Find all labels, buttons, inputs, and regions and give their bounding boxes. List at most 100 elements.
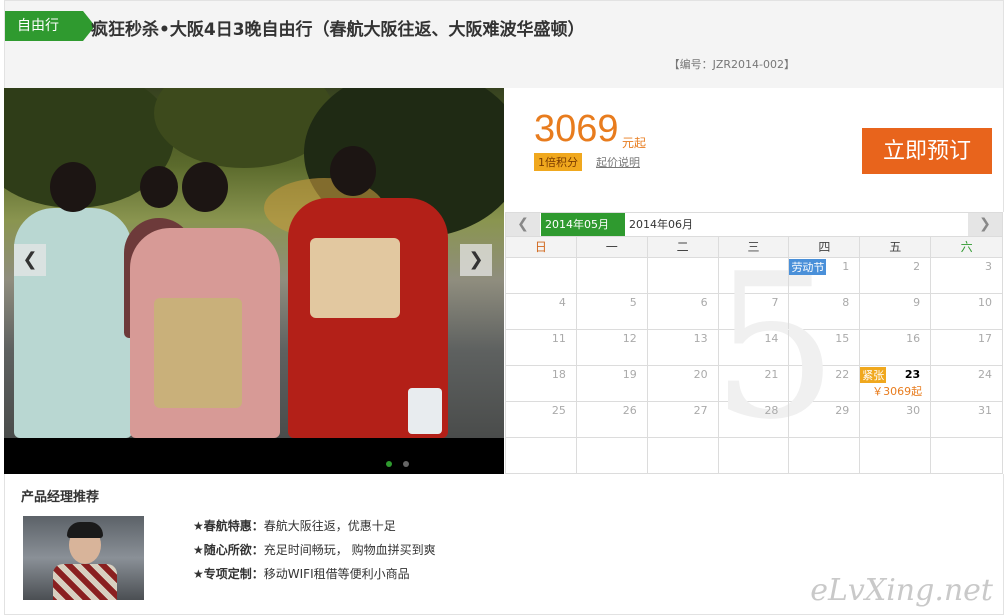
day-number: 15 [835, 332, 850, 345]
slide-dot-2[interactable] [403, 461, 410, 467]
calendar-day-cell[interactable]: 2 [860, 258, 932, 293]
day-number: 2 [913, 260, 921, 273]
calendar-day-cell[interactable]: 18 [506, 366, 577, 401]
day-number: 25 [551, 404, 566, 417]
calendar-day-cell[interactable]: 6 [648, 294, 719, 329]
calendar-day-cell[interactable]: 16 [860, 330, 932, 365]
price-amount: 3069 [534, 108, 619, 150]
day-number: 22 [835, 368, 850, 381]
manager-photo [23, 516, 144, 600]
holiday-label: 劳动节 [789, 259, 827, 275]
calendar-day-cell[interactable]: 22 [789, 366, 861, 401]
calendar-prev-button[interactable]: ❮ [506, 213, 540, 236]
calendar-empty-cell [789, 438, 861, 473]
month-tab-june[interactable]: 2014年06月 [625, 213, 697, 236]
slide-dot-1[interactable] [386, 461, 392, 467]
product-header: 自由行 疯狂秒杀•大阪4日3晚自由行（春航大阪往返、大阪难波华盛顿） 【编号：J… [4, 0, 1004, 88]
calendar-day-cell[interactable]: 28 [719, 402, 790, 437]
calendar-day-cell[interactable]: 17 [931, 330, 1002, 365]
departure-calendar: ❮ 2014年05月 2014年06月 ❯ 日 一 二 三 四 五 六 5 1劳… [505, 212, 1003, 474]
day-number: 23 [904, 368, 921, 381]
calendar-empty-cell [719, 438, 790, 473]
calendar-day-cell[interactable]: 1 劳动节 [789, 258, 861, 293]
manager-recommendation: 产品经理推荐 ★春航特惠：春航大阪往返，优惠十足 ★随心所欲：充足时间畅玩， 购… [4, 474, 1004, 615]
chevron-left-icon: ❮ [22, 249, 38, 270]
calendar-week-row: 18 19 20 21 22 23 紧张 ￥3069起 24 [506, 366, 1002, 402]
product-page: 自由行 疯狂秒杀•大阪4日3晚自由行（春航大阪往返、大阪难波华盛顿） 【编号：J… [0, 0, 1008, 615]
feature-item: ★春航特惠：春航大阪往返，优惠十足 [193, 519, 396, 533]
calendar-day-cell[interactable]: 21 [719, 366, 790, 401]
calendar-day-cell[interactable]: 19 [577, 366, 648, 401]
gallery-dots [386, 452, 415, 471]
calendar-empty-cell [577, 258, 648, 293]
day-number: 6 [700, 296, 708, 309]
chevron-right-icon: ❯ [979, 216, 991, 232]
chevron-right-icon: ❯ [468, 249, 484, 270]
calendar-day-cell[interactable]: 20 [648, 366, 719, 401]
feature-item: ★专项定制：移动WIFI租借等便利小商品 [193, 567, 410, 581]
points-badge: 1倍积分 [534, 153, 582, 171]
price-unit: 元起 [622, 136, 647, 150]
day-number: 11 [551, 332, 566, 345]
calendar-week-row: 11 12 13 14 15 16 17 [506, 330, 1002, 366]
calendar-day-cell[interactable]: 4 [506, 294, 577, 329]
calendar-week-row: 1 劳动节 2 3 [506, 258, 1002, 294]
photo-gallery: ❮ ❯ [4, 88, 504, 474]
chevron-left-icon: ❮ [517, 216, 529, 232]
calendar-day-cell[interactable]: 5 [577, 294, 648, 329]
calendar-day-cell[interactable]: 7 [719, 294, 790, 329]
calendar-week-row: 25 26 27 28 29 30 31 [506, 402, 1002, 438]
calendar-day-cell[interactable]: 26 [577, 402, 648, 437]
calendar-empty-cell [648, 258, 719, 293]
gallery-prev-button[interactable]: ❮ [14, 244, 46, 276]
calendar-day-cell[interactable]: 15 [789, 330, 861, 365]
weekday-sun: 日 [506, 237, 577, 257]
day-number: 12 [622, 332, 637, 345]
weekday-tue: 二 [648, 237, 719, 257]
calendar-day-cell[interactable]: 14 [719, 330, 790, 365]
calendar-day-cell[interactable]: 8 [789, 294, 861, 329]
feature-item: ★随心所欲：充足时间畅玩， 购物血拼买到爽 [193, 543, 436, 557]
day-number: 27 [693, 404, 708, 417]
calendar-day-cell[interactable]: 27 [648, 402, 719, 437]
gallery-next-button[interactable]: ❯ [460, 244, 492, 276]
weekday-sat: 六 [960, 240, 973, 254]
calendar-week-row: 4 5 6 7 8 9 10 [506, 294, 1002, 330]
day-number: 7 [771, 296, 779, 309]
calendar-empty-cell [931, 438, 1002, 473]
calendar-day-cell[interactable]: 31 [931, 402, 1002, 437]
day-number: 13 [693, 332, 708, 345]
price-note-link[interactable]: 起价说明 [596, 154, 640, 170]
day-number: 16 [906, 332, 921, 345]
day-number: 3 [985, 260, 993, 273]
calendar-next-button[interactable]: ❯ [968, 213, 1002, 236]
calendar-empty-cell [506, 258, 577, 293]
calendar-day-cell[interactable]: 3 [931, 258, 1002, 293]
calendar-empty-cell [860, 438, 932, 473]
calendar-day-cell[interactable]: 25 [506, 402, 577, 437]
calendar-day-cell[interactable]: 24 [931, 366, 1002, 401]
calendar-day-cell[interactable]: 11 [506, 330, 577, 365]
day-number: 26 [622, 404, 637, 417]
calendar-empty-cell [648, 438, 719, 473]
calendar-day-cell[interactable]: 12 [577, 330, 648, 365]
weekday-fri: 五 [860, 237, 932, 257]
calendar-grid: 5 1 劳动节 2 3 4 5 6 7 8 9 10 11 12 13 14 15 16 17 18 19 20 21 22… [506, 248, 1002, 473]
calendar-day-cell[interactable]: 30 [860, 402, 932, 437]
calendar-empty-cell [719, 258, 790, 293]
book-now-button[interactable]: 立即预订 [862, 128, 992, 174]
kimono-photo [4, 88, 504, 438]
calendar-day-cell[interactable]: 9 [860, 294, 932, 329]
day-price: ￥3069起 [872, 385, 923, 398]
day-number: 5 [629, 296, 637, 309]
day-number: 9 [913, 296, 921, 309]
section-title: 产品经理推荐 [21, 490, 100, 505]
calendar-day-cell[interactable]: 29 [789, 402, 861, 437]
day-number: 30 [906, 404, 921, 417]
category-tag: 自由行 [5, 11, 95, 41]
calendar-day-cell[interactable]: 13 [648, 330, 719, 365]
month-tab-may[interactable]: 2014年05月 [541, 213, 625, 236]
calendar-day-cell[interactable]: 23 紧张 ￥3069起 [860, 366, 932, 401]
day-number: 18 [551, 368, 566, 381]
calendar-day-cell[interactable]: 10 [931, 294, 1002, 329]
